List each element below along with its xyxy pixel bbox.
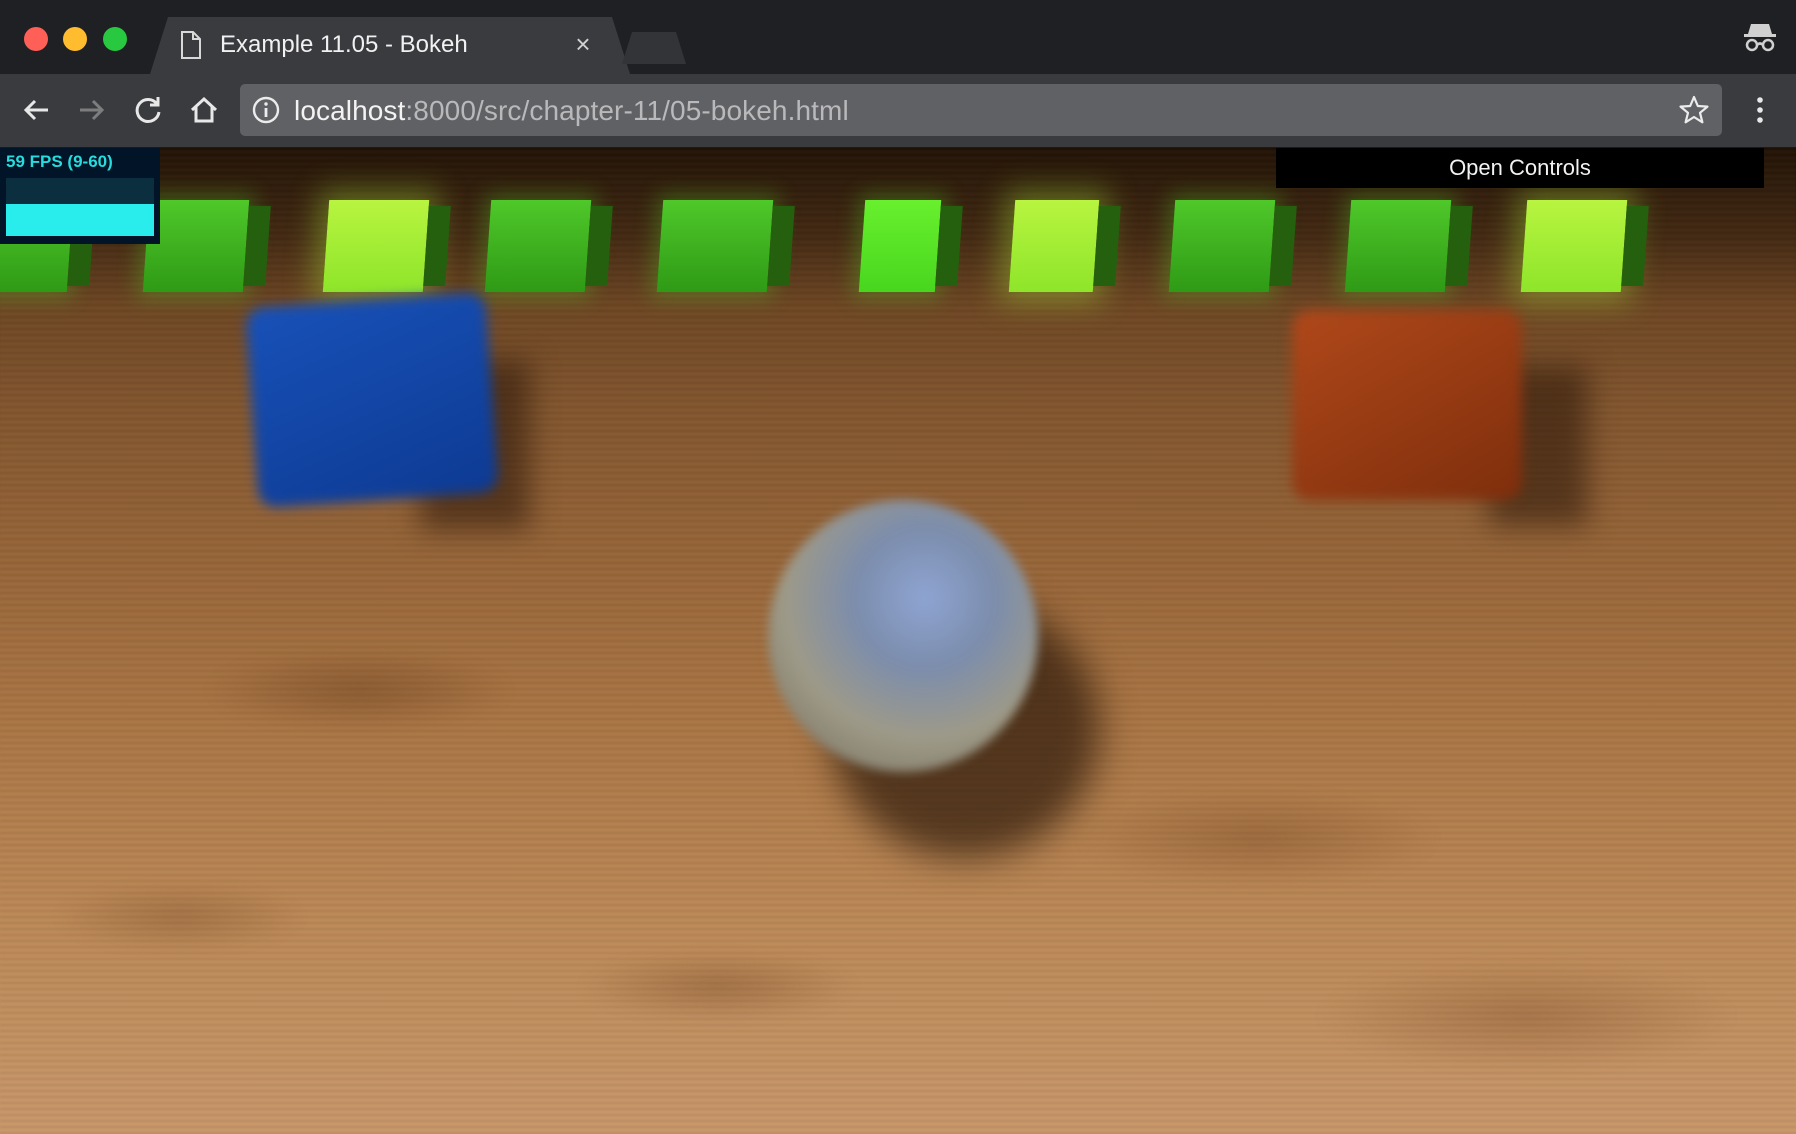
window-maximize-button[interactable]	[103, 27, 127, 51]
webgl-canvas[interactable]: 59 FPS (9-60) Open Controls	[0, 148, 1796, 1134]
browser-window: Example 11.05 - Bokeh × localhost:8000/s…	[0, 0, 1796, 1134]
open-controls-button[interactable]: Open Controls	[1276, 148, 1764, 188]
new-tab-button[interactable]	[622, 32, 686, 64]
incognito-icon	[1744, 24, 1776, 52]
back-icon[interactable]	[16, 90, 56, 130]
url-path: :8000/src/chapter-11/05-bokeh.html	[405, 95, 849, 126]
browser-toolbar: localhost:8000/src/chapter-11/05-bokeh.h…	[0, 74, 1796, 148]
fps-readout: 59 FPS (9-60)	[6, 152, 113, 171]
forward-icon[interactable]	[72, 90, 112, 130]
url-host: localhost	[294, 95, 406, 126]
window-minimize-button[interactable]	[63, 27, 87, 51]
tab-strip: Example 11.05 - Bokeh ×	[0, 0, 1796, 74]
tab-active[interactable]: Example 11.05 - Bokeh ×	[150, 17, 630, 74]
blue-cube	[245, 291, 499, 509]
kebab-menu-icon[interactable]	[1740, 90, 1780, 130]
green-cube	[1344, 200, 1452, 292]
reload-icon[interactable]	[128, 90, 168, 130]
home-icon[interactable]	[184, 90, 224, 130]
url-text[interactable]: localhost:8000/src/chapter-11/05-bokeh.h…	[294, 95, 849, 127]
address-bar[interactable]: localhost:8000/src/chapter-11/05-bokeh.h…	[240, 84, 1722, 136]
green-cube	[322, 200, 430, 292]
fps-graph-fill	[6, 204, 154, 236]
green-cube	[858, 200, 942, 292]
controls-panel[interactable]: Open Controls	[1276, 148, 1764, 188]
green-cube	[1520, 200, 1628, 292]
green-cube	[484, 200, 592, 292]
orange-cube	[1292, 310, 1522, 500]
window-close-button[interactable]	[24, 27, 48, 51]
info-icon[interactable]	[252, 96, 280, 124]
green-cube	[1168, 200, 1276, 292]
sphere	[768, 500, 1038, 772]
green-cube	[1008, 200, 1100, 292]
document-icon	[181, 31, 201, 59]
star-icon[interactable]	[1678, 94, 1710, 126]
green-cube	[656, 200, 774, 292]
fps-stats-panel[interactable]: 59 FPS (9-60)	[0, 148, 160, 244]
tab-title: Example 11.05 - Bokeh	[220, 31, 468, 58]
tab-close-button[interactable]: ×	[568, 29, 598, 59]
